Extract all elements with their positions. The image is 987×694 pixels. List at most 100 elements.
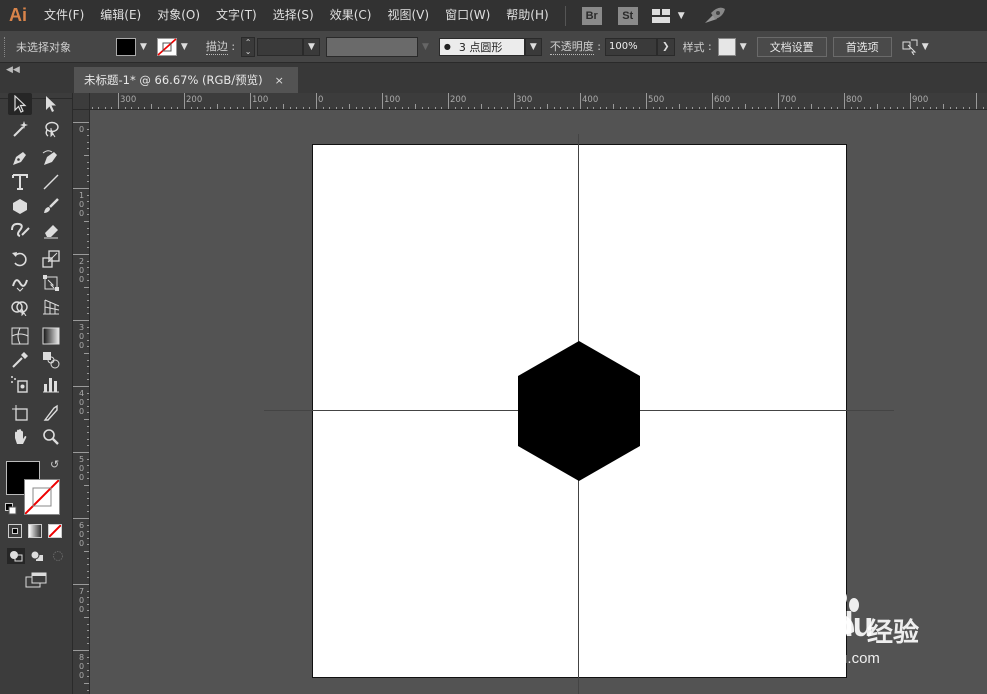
- mesh-tool-icon[interactable]: [8, 325, 32, 347]
- selection-status: 未选择对象: [16, 40, 71, 54]
- slice-tool-icon[interactable]: [39, 402, 63, 424]
- collapse-panel-icon[interactable]: ◀◀: [6, 65, 20, 75]
- opacity-label[interactable]: 不透明度: [549, 38, 594, 55]
- type-tool-icon[interactable]: [8, 171, 32, 193]
- menu-select[interactable]: 选择(S): [265, 0, 322, 31]
- hexagon-shape[interactable]: [517, 340, 641, 482]
- graphic-style-swatch[interactable]: [717, 37, 736, 56]
- ruler-label: 800: [78, 653, 85, 680]
- blend-tool-icon[interactable]: [39, 349, 63, 371]
- magic-wand-tool-icon[interactable]: [8, 118, 32, 140]
- perspective-grid-tool-icon[interactable]: [39, 296, 63, 318]
- ruler-tick: [646, 93, 647, 109]
- ruler-tick: [250, 93, 251, 109]
- opacity-expand-button[interactable]: ❯: [657, 37, 675, 56]
- bridge-button[interactable]: Br: [581, 6, 602, 25]
- rotate-tool-icon[interactable]: [8, 248, 32, 270]
- ruler-label: 700: [78, 587, 85, 614]
- menu-view[interactable]: 视图(V): [379, 0, 437, 31]
- document-tab[interactable]: 未标题-1* @ 66.67% (RGB/预览) ×: [74, 67, 298, 93]
- ruler-tick: [73, 650, 89, 651]
- menu-edit[interactable]: 编辑(E): [92, 0, 149, 31]
- ruler-tick: [448, 93, 449, 109]
- direct-selection-tool-icon[interactable]: [39, 93, 63, 115]
- stroke-color-swatch[interactable]: [24, 479, 60, 515]
- default-fill-stroke-icon[interactable]: [5, 503, 17, 515]
- none-mode-button[interactable]: [48, 524, 62, 538]
- menu-file[interactable]: 文件(F): [36, 0, 92, 31]
- polygon-tool-icon[interactable]: [8, 195, 32, 217]
- shaper-tool-icon[interactable]: [8, 219, 32, 241]
- none-mode-icon: [48, 524, 62, 538]
- preferences-button[interactable]: 首选项: [832, 36, 892, 57]
- hand-tool-icon[interactable]: [8, 426, 32, 448]
- color-mode-button[interactable]: [8, 524, 22, 538]
- horizontal-ruler[interactable]: 300 200 100 0 100 200 300 400 500 600 700 800 900: [90, 93, 987, 110]
- swap-fill-stroke-icon[interactable]: ↺: [50, 458, 59, 471]
- stroke-weight-stepper[interactable]: ⌃ ⌄: [241, 36, 256, 57]
- pen-tool-icon[interactable]: [8, 147, 32, 169]
- stepper-up-icon: ⌃: [244, 37, 252, 47]
- opacity-input[interactable]: 100%: [605, 37, 658, 56]
- colon-text: :: [593, 40, 602, 53]
- stroke-label[interactable]: 描边: [205, 38, 228, 55]
- workspace-switcher[interactable]: ▼: [651, 8, 689, 23]
- ruler-label: 0: [78, 125, 85, 134]
- app-logo: Ai: [9, 5, 27, 25]
- scale-tool-icon[interactable]: [39, 248, 63, 270]
- free-transform-tool-icon[interactable]: [39, 272, 63, 294]
- stock-button[interactable]: St: [617, 6, 638, 25]
- document-tab-bar: ◀◀ 未标题-1* @ 66.67% (RGB/预览) ×: [0, 63, 987, 93]
- menu-bar: Ai 文件(F) 编辑(E) 对象(O) 文字(T) 选择(S) 效果(C) 视…: [0, 0, 987, 31]
- ruler-origin[interactable]: [73, 93, 90, 110]
- menu-window[interactable]: 窗口(W): [437, 0, 498, 31]
- eraser-tool-icon[interactable]: [39, 219, 63, 241]
- vertical-ruler[interactable]: 0 100 200 300 400 500 600 700 800: [73, 110, 90, 694]
- brush-definition-field[interactable]: ● 3 点圆形: [438, 37, 525, 56]
- chevron-down-icon: ▼: [421, 41, 429, 52]
- artboard-tool-icon[interactable]: [8, 402, 32, 424]
- gradient-mode-button[interactable]: [28, 524, 42, 538]
- zoom-tool-icon[interactable]: [39, 426, 63, 448]
- eyedropper-tool-icon[interactable]: [8, 349, 32, 371]
- brush-definition-dropdown[interactable]: ▼: [524, 37, 542, 56]
- screen-mode-button[interactable]: [24, 571, 48, 589]
- stroke-weight-dropdown[interactable]: ▼: [303, 37, 320, 56]
- selection-tool-icon[interactable]: [8, 93, 32, 115]
- ruler-label: 500: [78, 455, 85, 482]
- panel-grip[interactable]: [4, 36, 8, 57]
- ruler-label: 0: [318, 95, 324, 105]
- close-icon[interactable]: ×: [275, 74, 284, 87]
- arrange-documents-dropdown[interactable]: ▼: [902, 37, 933, 57]
- stroke-weight-input[interactable]: [257, 37, 304, 56]
- lasso-tool-icon[interactable]: [39, 118, 63, 140]
- column-graph-tool-icon[interactable]: [39, 373, 63, 395]
- gpu-rocket-icon[interactable]: [703, 7, 727, 25]
- ruler-tick: [778, 93, 779, 109]
- draw-inside-button[interactable]: [49, 548, 67, 564]
- chevron-down-icon: ▼: [921, 41, 929, 52]
- variable-width-profile[interactable]: [325, 36, 418, 57]
- fill-color-dropdown[interactable]: ▼: [116, 37, 151, 57]
- ruler-label: 500: [648, 95, 665, 105]
- draw-normal-button[interactable]: [7, 548, 25, 564]
- paintbrush-tool-icon[interactable]: [39, 195, 63, 217]
- document-setup-button[interactable]: 文档设置: [756, 36, 827, 57]
- shape-builder-tool-icon[interactable]: [8, 296, 32, 318]
- chevron-down-icon: ▼: [180, 41, 188, 52]
- menu-effect[interactable]: 效果(C): [322, 0, 380, 31]
- chevron-down-icon: ▼: [140, 41, 147, 52]
- line-segment-tool-icon[interactable]: [39, 171, 63, 193]
- gradient-tool-icon[interactable]: [39, 325, 63, 347]
- graphic-style-dropdown[interactable]: ▼: [736, 37, 751, 57]
- ruler-label: 300: [120, 95, 137, 105]
- symbol-sprayer-tool-icon[interactable]: [8, 373, 32, 395]
- stroke-color-dropdown[interactable]: ▼: [156, 37, 192, 57]
- menu-object[interactable]: 对象(O): [149, 0, 208, 31]
- draw-behind-button[interactable]: [28, 548, 46, 564]
- curvature-tool-icon[interactable]: [39, 147, 63, 169]
- ruler-tick: [316, 93, 317, 109]
- menu-type[interactable]: 文字(T): [208, 0, 265, 31]
- menu-help[interactable]: 帮助(H): [498, 0, 556, 31]
- width-tool-icon[interactable]: [8, 272, 32, 294]
